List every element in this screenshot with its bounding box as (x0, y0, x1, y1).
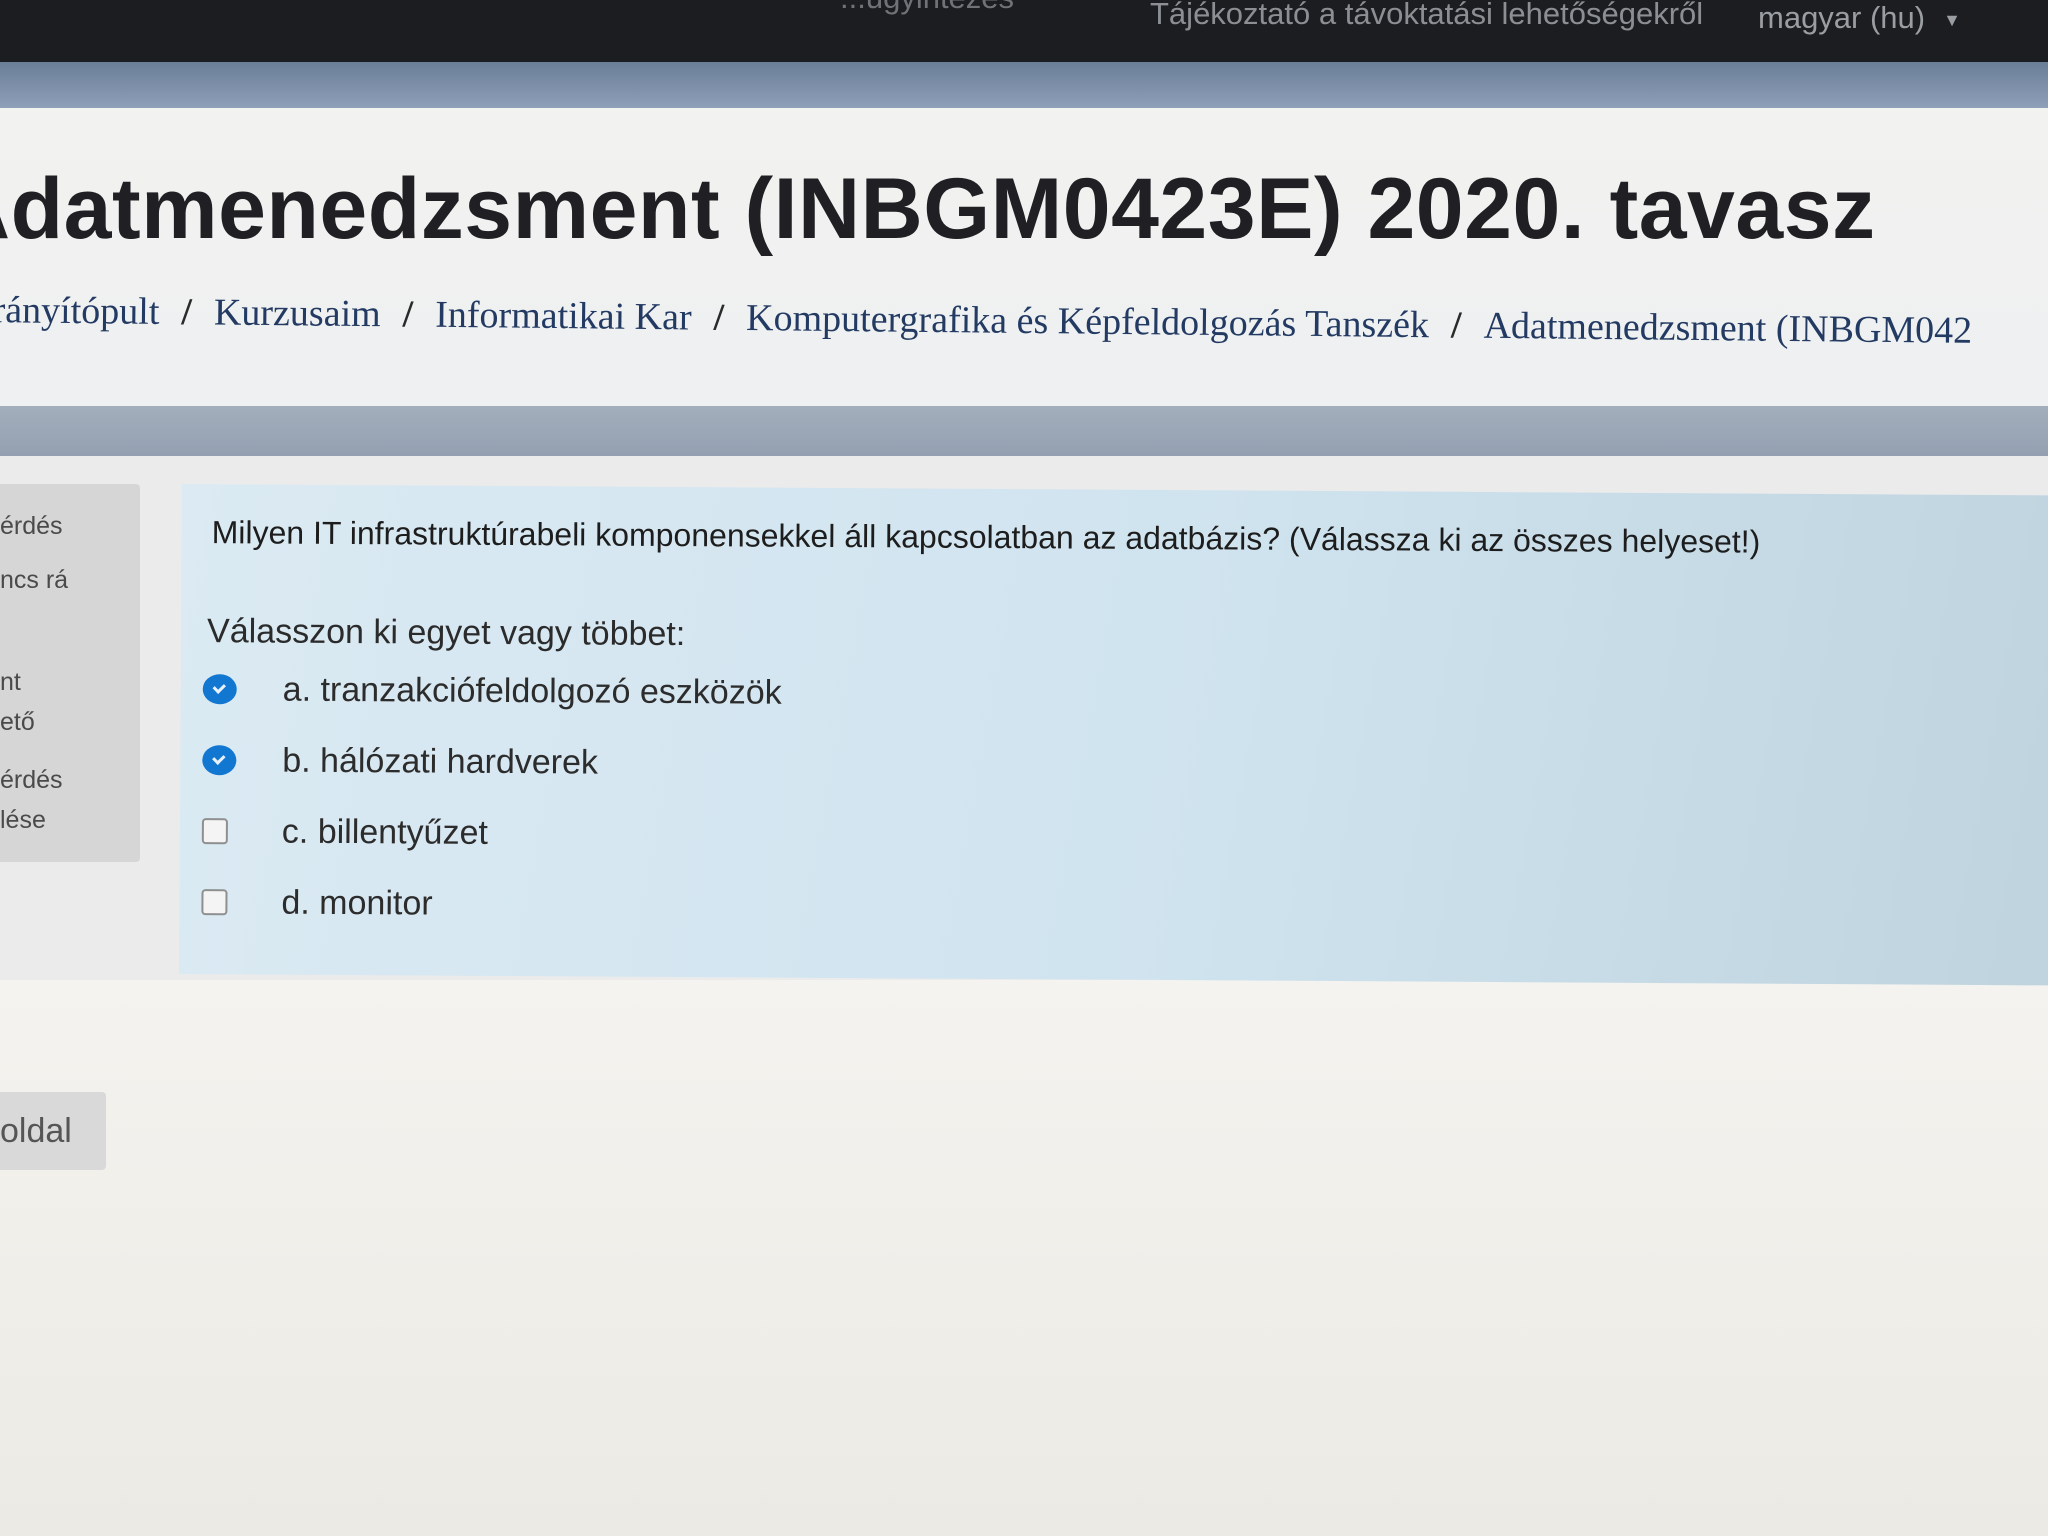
checkbox[interactable] (201, 889, 228, 916)
nav-link-remote-learning-info[interactable]: Tájékoztató a távoktatási lehetőségekről (1150, 0, 1703, 32)
breadcrumb-item-department[interactable]: Komputergrafika és Képfeldolgozás Tanszé… (746, 296, 1429, 347)
question-info-line: ncs rá (0, 566, 69, 594)
answer-label[interactable]: a. tranzakciófeldolgozó eszközök (283, 670, 782, 712)
breadcrumb: Irányítópult / Kurzusaim / Informatikai Kar /… (0, 288, 1972, 353)
header-bottom-band (0, 406, 2048, 456)
breadcrumb-item-dashboard[interactable]: Irányítópult (0, 288, 160, 334)
question-info-line: érdés (0, 512, 63, 540)
answer-label[interactable]: c. billentyűzet (282, 812, 488, 852)
flag-question-link[interactable]: érdés (0, 766, 63, 795)
chevron-down-icon: ▼ (1943, 9, 1961, 30)
nav-link-partial[interactable]: ...ugyintezés (840, 0, 1014, 16)
breadcrumb-item-my-courses[interactable]: Kurzusaim (214, 290, 381, 336)
header-band (0, 62, 2048, 108)
answer-option-b[interactable]: b. hálózati hardverek (202, 737, 598, 783)
answer-option-a[interactable]: a. tranzakciófeldolgozó eszközök (202, 666, 782, 712)
answer-prompt: Válasszon ki egyet vagy többet: (206, 612, 686, 654)
breadcrumb-separator: / (181, 291, 193, 334)
page-nav-button[interactable]: oldal (0, 1092, 106, 1170)
page-title: Adatmenedzsment (INBGM0423E) 2020. tavas… (0, 161, 1876, 257)
edit-question-link[interactable]: lése (0, 806, 46, 835)
question-card: Milyen IT infrastruktúrabeli komponensek… (179, 484, 2048, 986)
breadcrumb-item-course[interactable]: Adatmenedzsment (INBGM042 (1483, 304, 1972, 353)
page-header: Adatmenedzsment (INBGM0423E) 2020. tavas… (0, 108, 2048, 406)
breadcrumb-separator: / (713, 296, 725, 339)
page-background (0, 980, 2048, 1536)
breadcrumb-item-faculty[interactable]: Informatikai Kar (435, 293, 692, 340)
breadcrumb-separator: / (402, 293, 414, 336)
question-info-panel: érdés ncs rá nt ető érdés lése (0, 484, 140, 862)
question-info-line: ető (0, 708, 35, 736)
language-menu[interactable]: magyar (hu) ▼ (1758, 0, 1961, 36)
top-navbar: ...ugyintezés Tájékoztató a távoktatási … (0, 0, 2048, 62)
answer-label[interactable]: b. hálózati hardverek (282, 741, 598, 782)
checkbox-checked[interactable] (202, 745, 237, 776)
breadcrumb-separator: / (1450, 304, 1462, 347)
checkbox[interactable] (201, 818, 228, 845)
answer-option-c[interactable]: c. billentyűzet (201, 808, 488, 854)
answer-label[interactable]: d. monitor (281, 883, 432, 923)
checkbox-checked[interactable] (202, 674, 237, 705)
question-info-line: nt (0, 668, 21, 696)
language-label: magyar (hu) (1758, 0, 1926, 35)
question-text: Milyen IT infrastruktúrabeli komponensek… (211, 514, 1761, 560)
answer-option-d[interactable]: d. monitor (201, 879, 433, 925)
